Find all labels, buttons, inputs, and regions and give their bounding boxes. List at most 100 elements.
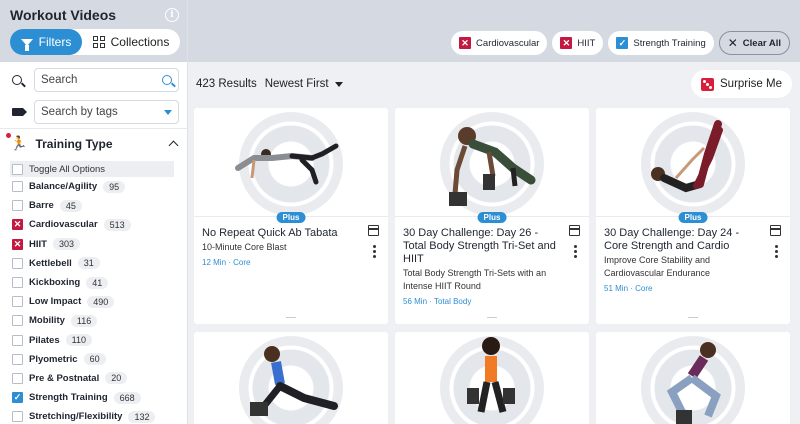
clear-all-button[interactable]: ✕ Clear All xyxy=(718,31,790,55)
calendar-icon[interactable] xyxy=(368,225,379,236)
active-filter-chip[interactable]: ✕ HIIT xyxy=(552,31,604,55)
filter-option-checkbox[interactable] xyxy=(12,411,23,423)
video-card[interactable]: Plus 30 Day Challenge: Day 24 - Core Str… xyxy=(596,108,790,324)
video-thumbnail[interactable] xyxy=(395,108,589,216)
search-icon[interactable] xyxy=(162,75,172,85)
divider xyxy=(487,317,497,318)
filter-option-count: 41 xyxy=(86,276,109,289)
filter-option[interactable]: Pre & Postnatal 20 xyxy=(10,369,177,388)
video-thumbnail[interactable] xyxy=(194,108,388,216)
card-subtitle: Total Body Strength Tri-Sets with an Int… xyxy=(403,268,547,291)
filter-sidebar: Workout Videos i Filters Collections Sea… xyxy=(0,0,188,424)
video-thumbnail[interactable] xyxy=(395,332,589,424)
filter-option-count: 31 xyxy=(77,257,100,270)
filter-option[interactable]: Plyometric 60 xyxy=(10,350,177,369)
calendar-icon[interactable] xyxy=(569,225,580,236)
filter-option-checkbox[interactable] xyxy=(12,296,23,308)
filter-option-checkbox[interactable] xyxy=(12,200,23,212)
video-thumbnail[interactable] xyxy=(596,108,790,216)
collections-icon xyxy=(92,36,105,48)
surprise-me-label: Surprise Me xyxy=(720,78,782,90)
active-filter-chip[interactable]: ✓ Strength Training xyxy=(608,31,714,55)
filter-option[interactable]: ✓ Strength Training 668 xyxy=(10,388,177,407)
plus-badge: Plus xyxy=(477,212,507,223)
more-options-icon[interactable] xyxy=(373,245,376,258)
filter-option[interactable]: Kickboxing 41 xyxy=(10,273,177,292)
more-options-icon[interactable] xyxy=(574,245,577,258)
video-card[interactable]: Plus 30 Day Challenge: Day 26 - Total Bo… xyxy=(395,108,589,324)
video-card[interactable]: Plus No Repeat Quick Ab Tabata 10-Minute… xyxy=(194,108,388,324)
workout-figure xyxy=(250,346,338,416)
filter-option[interactable]: ✕ HIIT 303 xyxy=(10,235,177,254)
tag-icon xyxy=(10,108,27,116)
chevron-up-icon[interactable] xyxy=(168,140,179,150)
filter-option-count: 303 xyxy=(52,238,80,251)
filter-option-label: Balance/Agility xyxy=(29,181,98,193)
card-title[interactable]: 30 Day Challenge: Day 24 - Core Strength… xyxy=(604,227,762,253)
filters-tab[interactable]: Filters xyxy=(10,29,82,55)
filter-option-checkbox[interactable]: ✕ xyxy=(12,219,23,231)
filter-option-checkbox[interactable] xyxy=(12,315,23,327)
video-thumbnail[interactable] xyxy=(194,332,388,424)
calendar-icon[interactable] xyxy=(770,225,781,236)
filter-option[interactable]: Stretching/Flexibility 132 xyxy=(10,407,177,424)
filter-option-checkbox[interactable] xyxy=(12,353,23,365)
training-type-options: Toggle All Options Balance/Agility 95 Barr… xyxy=(0,161,187,424)
toggle-all-option[interactable]: Toggle All Options xyxy=(10,161,174,177)
close-icon: ✕ xyxy=(727,36,738,50)
chevron-down-icon[interactable] xyxy=(164,109,172,115)
video-thumbnail[interactable] xyxy=(596,332,790,424)
filter-option-label: Low Impact xyxy=(29,296,82,308)
search-lead-icon xyxy=(10,75,24,85)
filter-option-checkbox[interactable] xyxy=(12,181,23,193)
filter-option-checkbox[interactable] xyxy=(12,372,23,384)
collections-tab[interactable]: Collections xyxy=(82,35,180,49)
video-card[interactable] xyxy=(395,332,589,424)
surprise-me-button[interactable]: Surprise Me xyxy=(691,70,792,98)
filter-option[interactable]: Mobility 116 xyxy=(10,311,177,330)
chip-label: Cardiovascular xyxy=(476,37,540,49)
video-card[interactable] xyxy=(194,332,388,424)
filter-option[interactable]: Kettlebell 31 xyxy=(10,254,177,273)
top-bar: ✕ Cardiovascular ✕ HIIT ✓ Strength Training ✕… xyxy=(188,0,800,62)
filter-option[interactable]: ✕ Cardiovascular 513 xyxy=(10,215,177,234)
card-subtitle: 10-Minute Core Blast xyxy=(202,242,287,252)
workout-figure xyxy=(467,337,515,413)
chip-label: Strength Training xyxy=(633,37,706,49)
filter-option-checkbox[interactable] xyxy=(12,277,23,289)
workout-figure xyxy=(235,143,339,185)
filter-option[interactable]: Low Impact 490 xyxy=(10,292,177,311)
card-meta: 12 Min · Core xyxy=(202,258,251,267)
running-person-icon: 🏃 xyxy=(6,133,27,152)
card-subtitle: Improve Core Stability and Cardiovascula… xyxy=(604,255,711,278)
filter-option-count: 490 xyxy=(87,295,115,308)
sort-label: Newest First xyxy=(264,78,329,90)
filter-option[interactable]: Pilates 110 xyxy=(10,331,177,350)
sort-dropdown[interactable]: Newest First xyxy=(265,78,343,90)
training-type-section[interactable]: 🏃 Training Type xyxy=(0,128,187,158)
card-title[interactable]: No Repeat Quick Ab Tabata xyxy=(202,227,360,240)
search-input[interactable]: Search xyxy=(34,68,179,92)
filter-option-count: 20 xyxy=(105,372,128,385)
active-filter-chip[interactable]: ✕ Cardiovascular xyxy=(451,31,548,55)
filter-option-checkbox[interactable]: ✓ xyxy=(12,392,23,404)
filter-option-count: 110 xyxy=(65,334,92,347)
video-card[interactable] xyxy=(596,332,790,424)
card-title[interactable]: 30 Day Challenge: Day 26 - Total Body St… xyxy=(403,227,561,266)
filter-option-checkbox[interactable]: ✕ xyxy=(12,238,23,250)
tag-search-input[interactable]: Search by tags xyxy=(34,100,179,124)
filter-option-label: Plyometric xyxy=(29,353,78,365)
more-options-icon[interactable] xyxy=(775,245,778,258)
filter-option[interactable]: Balance/Agility 95 xyxy=(10,177,177,196)
toggle-all-label: Toggle All Options xyxy=(29,163,106,175)
filter-option-count: 45 xyxy=(59,199,82,212)
toggle-all-checkbox[interactable] xyxy=(12,163,23,175)
funnel-icon xyxy=(20,38,33,51)
dice-icon xyxy=(701,77,714,91)
filter-option-checkbox[interactable] xyxy=(12,257,23,269)
info-icon[interactable]: i xyxy=(165,8,179,22)
filter-option-label: Kickboxing xyxy=(29,277,81,289)
filter-option-checkbox[interactable] xyxy=(12,334,23,346)
filter-option[interactable]: Barre 45 xyxy=(10,196,177,215)
exclude-icon: ✕ xyxy=(560,37,573,49)
